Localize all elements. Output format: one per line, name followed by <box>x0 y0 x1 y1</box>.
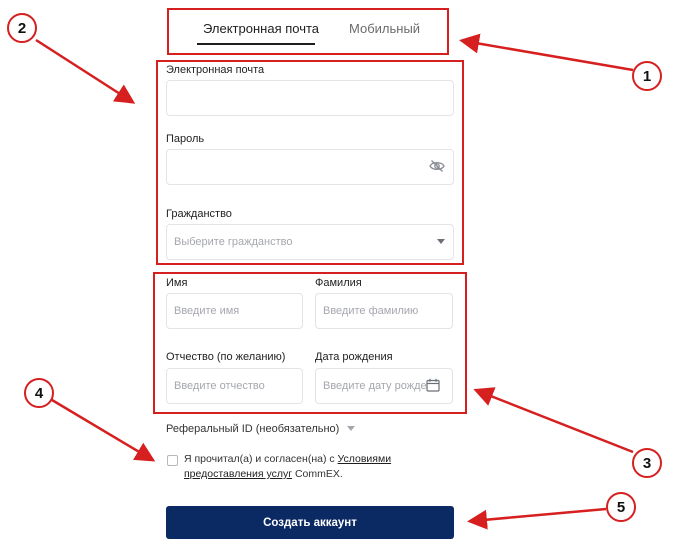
arrow-4 <box>51 398 156 462</box>
annotation-5: 5 <box>606 492 636 522</box>
annotation-arrows <box>35 33 634 530</box>
annotation-1: 1 <box>632 61 662 91</box>
annotation-4: 4 <box>24 378 54 408</box>
annotation-3: 3 <box>632 448 662 478</box>
arrow-1 <box>459 33 634 72</box>
annotation-2: 2 <box>7 13 37 43</box>
arrow-2 <box>35 38 136 104</box>
arrow-5 <box>467 507 607 530</box>
arrow-3 <box>473 387 634 454</box>
